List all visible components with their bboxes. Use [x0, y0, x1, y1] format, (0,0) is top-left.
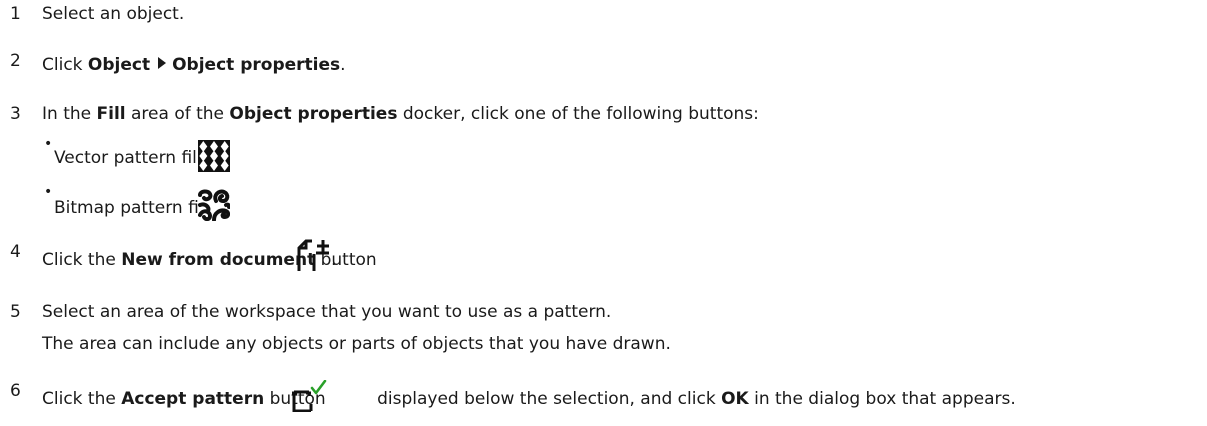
bullet-label: Bitmap pattern fill	[54, 198, 209, 218]
step-text: In the Fill area of the Object propertie…	[42, 104, 759, 124]
menu-object-properties: Object properties	[172, 55, 341, 75]
step-number: 4	[10, 242, 21, 262]
new-from-document-icon	[297, 239, 329, 271]
accept-pattern-icon	[292, 380, 327, 412]
bullet-label: Vector pattern fill	[54, 148, 202, 168]
vector-pattern-icon	[198, 140, 230, 172]
step-number: 2	[10, 51, 21, 71]
submenu-arrow-icon	[158, 57, 167, 69]
step-text-line-1: Select an area of the workspace that you…	[42, 302, 612, 322]
menu-object: Object	[87, 55, 151, 75]
step-number: 1	[10, 4, 21, 24]
step-number: 3	[10, 104, 21, 124]
bullet: •	[44, 184, 53, 200]
step-text: Click Object Object properties.	[42, 55, 346, 75]
step-text: Select an object.	[42, 4, 185, 24]
step-number: 6	[10, 381, 21, 401]
bitmap-pattern-icon	[198, 189, 230, 221]
bullet: •	[44, 136, 53, 152]
step-text: Click the Accept pattern button displaye…	[42, 389, 1016, 409]
step-number: 5	[10, 302, 21, 322]
step-text-line-2: The area can include any objects or part…	[42, 334, 671, 354]
